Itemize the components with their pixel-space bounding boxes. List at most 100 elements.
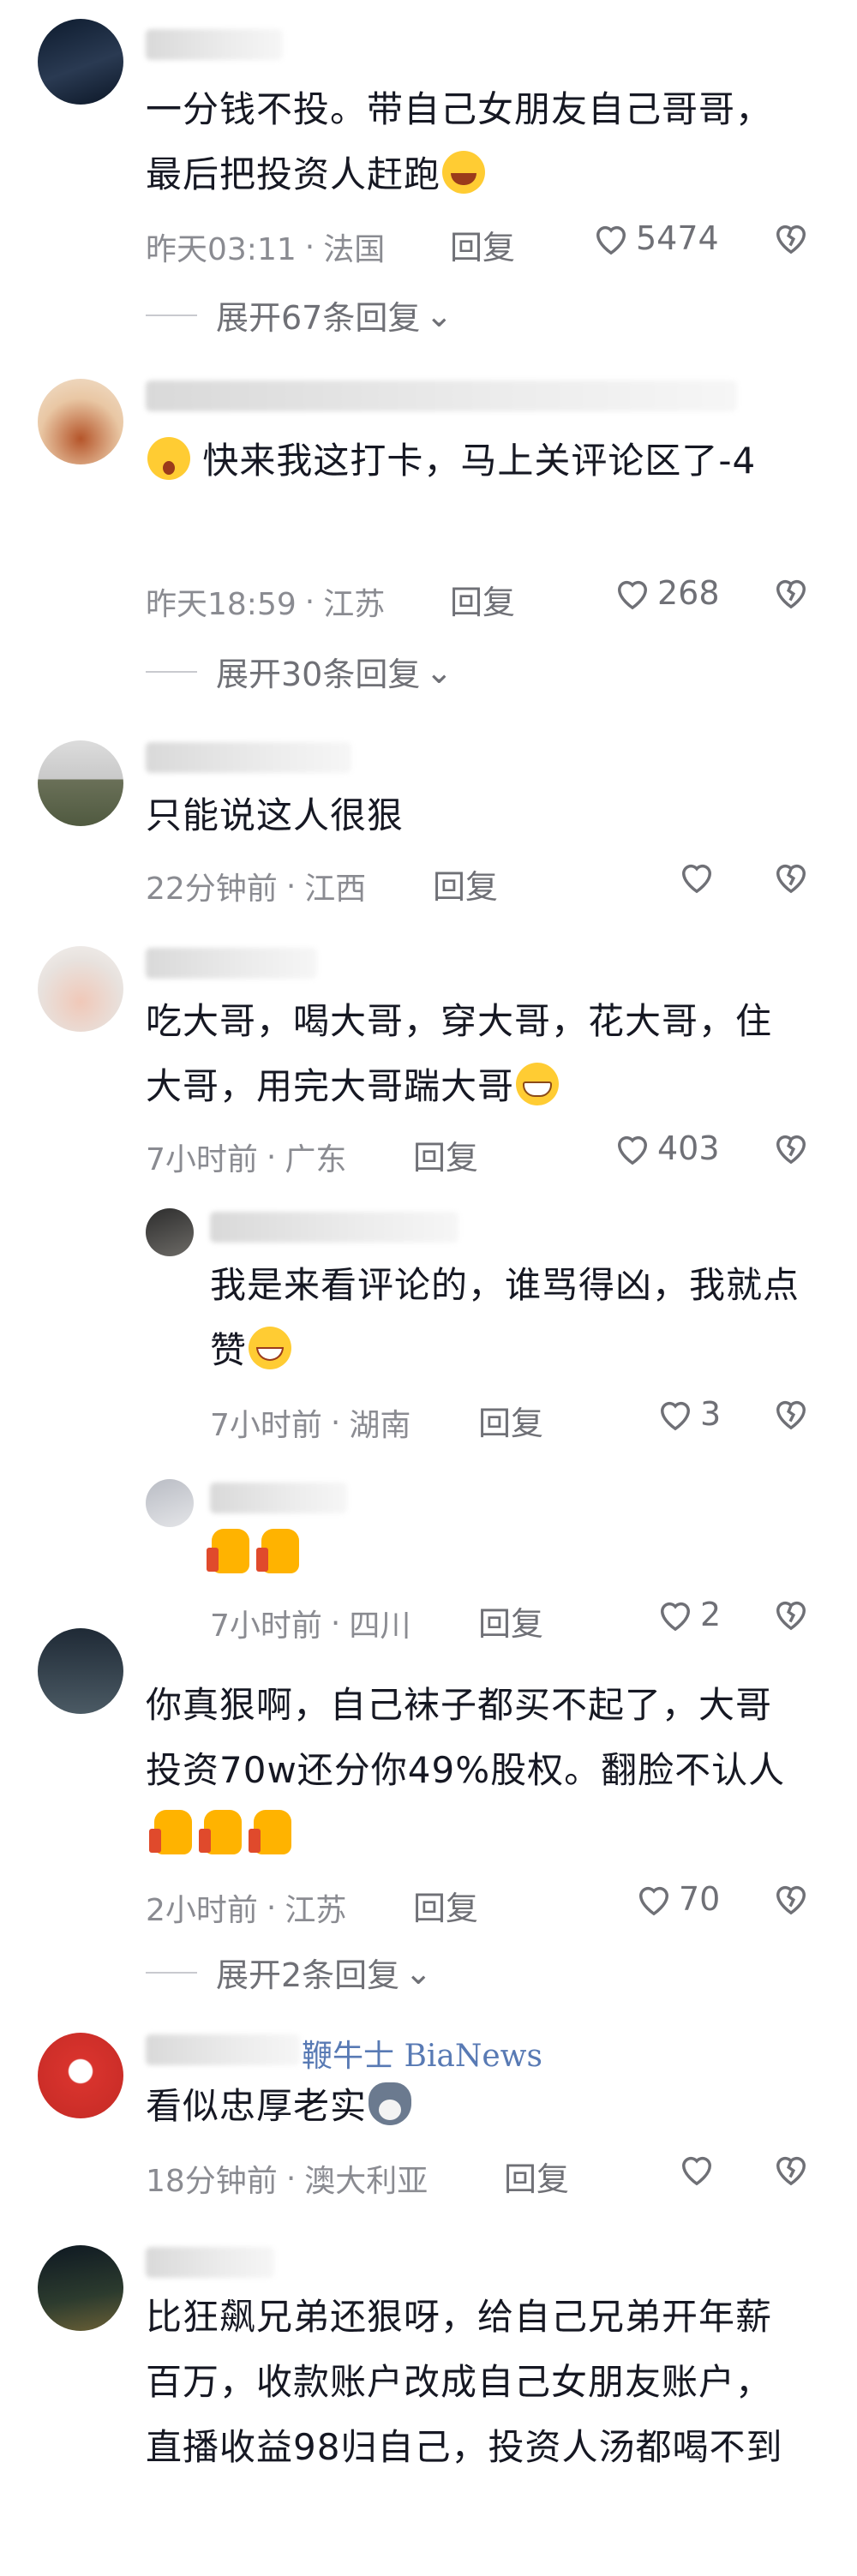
comment-text: 快来我这打卡，马上关评论区了-4 [146, 428, 797, 494]
comment-time: 22分钟前 [146, 872, 278, 907]
comment-time: 昨天18:59 [146, 587, 297, 622]
username-blurred[interactable] [146, 2247, 274, 2278]
avatar[interactable] [38, 379, 123, 464]
like-button[interactable]: 70 [634, 1880, 720, 1918]
broken-heart-icon [776, 2156, 806, 2186]
broken-heart-icon [776, 864, 806, 894]
divider-line [146, 670, 197, 673]
like-count: 5474 [636, 219, 719, 257]
dislike-button[interactable] [771, 859, 811, 895]
comment-meta: 7小时前 · 湖南 [210, 1400, 411, 1445]
comment-location: 澳大利亚 [304, 2164, 428, 2199]
comment-text [207, 1522, 827, 1587]
thumbs-up-emoji [199, 1810, 242, 1854]
expand-replies-button[interactable]: 展开30条回复 ⌄ [146, 648, 452, 695]
reply-button[interactable]: 回复 [450, 221, 515, 268]
avatar[interactable] [38, 1628, 123, 1714]
broken-heart-icon [776, 1885, 806, 1915]
broken-heart-icon [776, 1135, 806, 1165]
comment-location: 湖南 [349, 1408, 411, 1443]
expand-replies-button[interactable]: 展开2条回复 ⌄ [146, 1949, 432, 1996]
like-button[interactable]: 5474 [591, 219, 719, 257]
comment-time: 7小时前 [210, 1408, 322, 1443]
comment-time: 7小时前 [146, 1142, 258, 1177]
reply-button[interactable]: 回复 [504, 2153, 569, 2200]
dislike-button[interactable] [771, 219, 811, 255]
avatar[interactable] [38, 2033, 123, 2118]
avatar[interactable] [38, 946, 123, 1032]
username-blurred[interactable] [146, 2034, 300, 2065]
broken-heart-icon [776, 579, 806, 609]
like-button[interactable]: 403 [613, 1129, 720, 1167]
dislike-button[interactable] [771, 1129, 811, 1165]
comment-meta: 7小时前 · 广东 [146, 1135, 346, 1179]
expand-label: 展开67条回复 [216, 299, 421, 337]
comment-time: 7小时前 [210, 1609, 322, 1644]
heart-icon [661, 1602, 690, 1632]
chevron-down-icon: ⌄ [405, 1953, 433, 1992]
like-button[interactable]: 268 [613, 574, 720, 612]
grin-emoji [249, 1327, 292, 1369]
username-blurred[interactable] [210, 1483, 347, 1513]
reply-button[interactable]: 回复 [478, 1597, 543, 1644]
comment-time: 18分钟前 [146, 2164, 278, 2199]
grinning-teeth-emoji [516, 1063, 560, 1105]
chevron-down-icon: ⌄ [425, 652, 453, 691]
comment-location: 江苏 [285, 1893, 347, 1928]
chevron-down-icon: ⌄ [425, 296, 453, 334]
watermark-logo: 鞭牛士 BiaNews [302, 2039, 542, 2074]
comment-meta: 18分钟前 · 澳大利亚 [146, 2156, 428, 2201]
avatar[interactable] [146, 1479, 194, 1527]
reply-button[interactable]: 回复 [413, 1882, 478, 1929]
comment-location: 法国 [323, 232, 386, 267]
dislike-button[interactable] [771, 2151, 811, 2187]
avatar[interactable] [38, 19, 123, 105]
reply-button[interactable]: 回复 [433, 860, 498, 908]
like-count: 70 [679, 1880, 721, 1918]
dislike-button[interactable] [771, 1395, 811, 1431]
heart-icon [618, 1135, 647, 1165]
comment-location: 广东 [285, 1142, 347, 1177]
like-button[interactable] [677, 2151, 716, 2187]
username-blurred[interactable] [146, 948, 317, 979]
username-blurred[interactable] [146, 29, 283, 60]
comment-location: 四川 [349, 1609, 411, 1644]
dislike-button[interactable] [771, 1596, 811, 1632]
heart-icon [661, 1401, 690, 1431]
comment-time: 昨天03:11 [146, 232, 297, 267]
heart-icon [639, 1886, 668, 1916]
username-blurred[interactable] [146, 742, 351, 773]
like-button[interactable] [677, 859, 716, 895]
comment-meta: 昨天18:59 · 江苏 [146, 579, 385, 624]
laugh-crying-emoji [442, 151, 486, 194]
expand-label: 展开30条回复 [216, 656, 421, 693]
dislike-button[interactable] [771, 574, 811, 610]
like-count: 268 [657, 574, 720, 612]
broken-heart-icon [776, 1601, 806, 1631]
comment-text: 吃大哥，喝大哥，穿大哥，花大哥，住大哥，用完大哥踹大哥 [146, 1000, 773, 1107]
reply-button[interactable]: 回复 [413, 1131, 478, 1178]
comment-meta: 22分钟前 · 江西 [146, 864, 366, 908]
thumbs-up-emoji [249, 1810, 291, 1854]
broken-heart-icon [776, 1400, 806, 1430]
dislike-button[interactable] [771, 1880, 811, 1916]
avatar[interactable] [38, 740, 123, 826]
avatar[interactable] [146, 1208, 194, 1256]
broken-heart-icon [776, 225, 806, 255]
husky-emoji [369, 2082, 412, 2125]
heart-icon [682, 2156, 711, 2186]
like-count: 2 [700, 1596, 722, 1633]
divider-line [146, 314, 197, 316]
username-blurred[interactable] [210, 1212, 458, 1243]
username-blurred[interactable] [146, 380, 737, 411]
reply-button[interactable]: 回复 [478, 1397, 543, 1444]
like-button[interactable]: 3 [656, 1395, 721, 1433]
comment-text: 一分钱不投。带自己女朋友自己哥哥，最后把投资人赶跑 [146, 88, 773, 195]
comment-location: 江西 [304, 872, 367, 907]
like-button[interactable]: 2 [656, 1596, 721, 1633]
avatar[interactable] [38, 2245, 123, 2331]
comment-meta: 7小时前 · 四川 [210, 1601, 411, 1645]
reply-button[interactable]: 回复 [450, 576, 515, 623]
thumbs-up-emoji [256, 1529, 299, 1573]
expand-replies-button[interactable]: 展开67条回复 ⌄ [146, 291, 452, 338]
